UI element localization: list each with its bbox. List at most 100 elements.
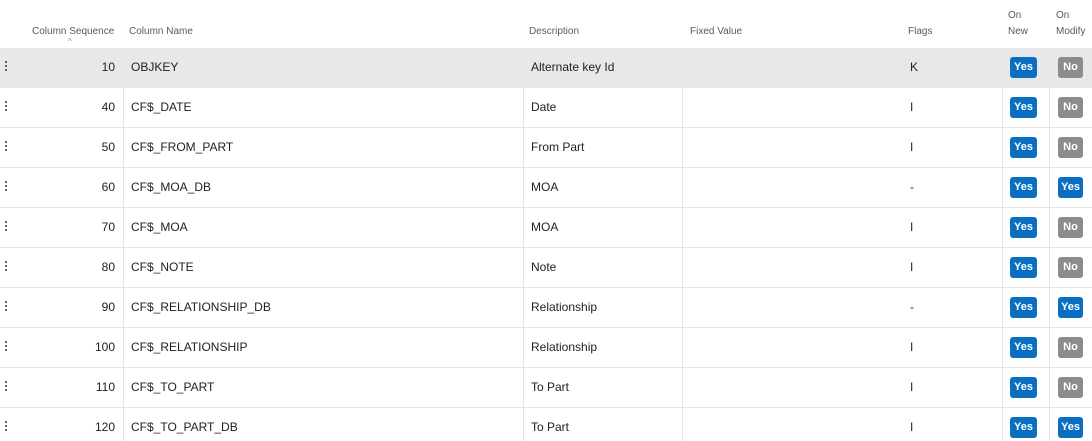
kebab-dot <box>5 265 7 267</box>
column-divider <box>1049 288 1050 327</box>
on-new-toggle[interactable]: Yes <box>1010 137 1037 158</box>
kebab-dot <box>5 381 7 383</box>
row-menu-kebab-icon[interactable] <box>4 141 8 155</box>
cell-column-name: CF$_DATE <box>131 100 192 114</box>
table-row[interactable]: 50 CF$_FROM_PART From Part I Yes No <box>0 128 1092 168</box>
on-new-toggle[interactable]: Yes <box>1010 97 1037 118</box>
header-description[interactable]: Description <box>529 25 579 38</box>
cell-column-sequence: 100 <box>94 340 115 354</box>
on-modify-toggle[interactable]: No <box>1058 137 1083 158</box>
sort-ascending-icon: ^ <box>68 37 72 46</box>
column-divider <box>682 328 683 367</box>
column-divider <box>123 168 124 207</box>
column-divider <box>523 168 524 207</box>
row-menu-kebab-icon[interactable] <box>4 101 8 115</box>
header-fixed-value[interactable]: Fixed Value <box>690 25 742 38</box>
kebab-dot <box>5 105 7 107</box>
column-divider <box>682 368 683 407</box>
cell-description: Alternate key Id <box>531 60 615 74</box>
kebab-dot <box>5 109 7 111</box>
cell-description: To Part <box>531 420 570 434</box>
cell-column-name: CF$_RELATIONSHIP <box>131 340 248 354</box>
cell-column-sequence: 120 <box>94 420 115 434</box>
on-new-toggle[interactable]: Yes <box>1010 57 1037 78</box>
table-row[interactable]: 90 CF$_RELATIONSHIP_DB Relationship - Yes Yes <box>0 288 1092 328</box>
column-divider <box>1002 328 1003 367</box>
column-divider <box>1002 368 1003 407</box>
kebab-dot <box>5 65 7 67</box>
header-on-new-line2[interactable]: New <box>1008 25 1028 38</box>
header-on-new-line1[interactable]: On <box>1008 9 1021 22</box>
column-divider <box>123 288 124 327</box>
on-modify-toggle[interactable]: Yes <box>1058 177 1083 198</box>
table-row[interactable]: 10 OBJKEY Alternate key Id K Yes No <box>0 48 1092 88</box>
header-on-modify-line2[interactable]: Modify <box>1056 25 1085 38</box>
cell-column-sequence: 50 <box>101 140 115 154</box>
on-modify-toggle[interactable]: No <box>1058 217 1083 238</box>
row-menu-kebab-icon[interactable] <box>4 221 8 235</box>
header-on-modify-line1[interactable]: On <box>1056 9 1069 22</box>
cell-column-sequence: 110 <box>95 380 115 394</box>
on-modify-toggle[interactable]: No <box>1058 57 1083 78</box>
table-row[interactable]: 60 CF$_MOA_DB MOA - Yes Yes <box>0 168 1092 208</box>
on-modify-toggle[interactable]: No <box>1058 377 1083 398</box>
on-new-toggle[interactable]: Yes <box>1010 417 1037 438</box>
kebab-dot <box>5 141 7 143</box>
column-divider <box>123 408 124 441</box>
column-divider <box>682 408 683 441</box>
column-divider <box>1002 248 1003 287</box>
cell-column-name: CF$_RELATIONSHIP_DB <box>131 300 271 314</box>
table-row[interactable]: 40 CF$_DATE Date I Yes No <box>0 88 1092 128</box>
on-new-toggle[interactable]: Yes <box>1010 337 1037 358</box>
column-divider <box>523 408 524 441</box>
on-modify-toggle[interactable]: Yes <box>1058 417 1083 438</box>
header-column-sequence[interactable]: Column Sequence <box>32 25 114 38</box>
on-modify-toggle[interactable]: No <box>1058 257 1083 278</box>
on-new-toggle[interactable]: Yes <box>1010 297 1037 318</box>
kebab-dot <box>5 189 7 191</box>
kebab-dot <box>5 429 7 431</box>
on-new-toggle[interactable]: Yes <box>1010 377 1037 398</box>
row-menu-kebab-icon[interactable] <box>4 341 8 355</box>
column-divider <box>123 248 124 287</box>
table-row[interactable]: 110 CF$_TO_PART To Part I Yes No <box>0 368 1092 408</box>
cell-column-sequence: 10 <box>101 60 115 74</box>
on-modify-toggle[interactable]: No <box>1058 97 1083 118</box>
row-menu-kebab-icon[interactable] <box>4 381 8 395</box>
cell-flags: I <box>910 420 914 434</box>
column-divider <box>1049 168 1050 207</box>
table-row[interactable]: 100 CF$_RELATIONSHIP Relationship I Yes No <box>0 328 1092 368</box>
cell-flags: - <box>910 180 914 194</box>
on-new-toggle[interactable]: Yes <box>1010 177 1037 198</box>
kebab-dot <box>5 421 7 423</box>
row-menu-kebab-icon[interactable] <box>4 181 8 195</box>
row-menu-kebab-icon[interactable] <box>4 261 8 275</box>
column-divider <box>682 128 683 167</box>
header-flags[interactable]: Flags <box>908 25 932 38</box>
on-new-toggle[interactable]: Yes <box>1010 217 1037 238</box>
kebab-dot <box>5 61 7 63</box>
table-row[interactable]: 80 CF$_NOTE Note I Yes No <box>0 248 1092 288</box>
column-divider <box>1002 408 1003 441</box>
column-divider <box>1002 88 1003 127</box>
header-column-name[interactable]: Column Name <box>129 25 193 38</box>
table-row[interactable]: 70 CF$_MOA MOA I Yes No <box>0 208 1092 248</box>
cell-column-sequence: 70 <box>101 220 115 234</box>
cell-column-name: CF$_TO_PART <box>131 380 215 394</box>
column-divider <box>523 248 524 287</box>
on-new-toggle[interactable]: Yes <box>1010 257 1037 278</box>
kebab-dot <box>5 385 7 387</box>
on-modify-toggle[interactable]: No <box>1058 337 1083 358</box>
row-menu-kebab-icon[interactable] <box>4 61 8 75</box>
cell-column-name: CF$_NOTE <box>131 260 194 274</box>
table-row[interactable]: 120 CF$_TO_PART_DB To Part I Yes Yes <box>0 408 1092 441</box>
on-modify-toggle[interactable]: Yes <box>1058 297 1083 318</box>
cell-description: MOA <box>531 220 559 234</box>
row-menu-kebab-icon[interactable] <box>4 301 8 315</box>
cell-description: Date <box>531 100 557 114</box>
column-divider <box>682 248 683 287</box>
row-menu-kebab-icon[interactable] <box>4 421 8 435</box>
column-divider <box>1049 248 1050 287</box>
column-divider <box>1002 208 1003 247</box>
column-divider <box>123 128 124 167</box>
